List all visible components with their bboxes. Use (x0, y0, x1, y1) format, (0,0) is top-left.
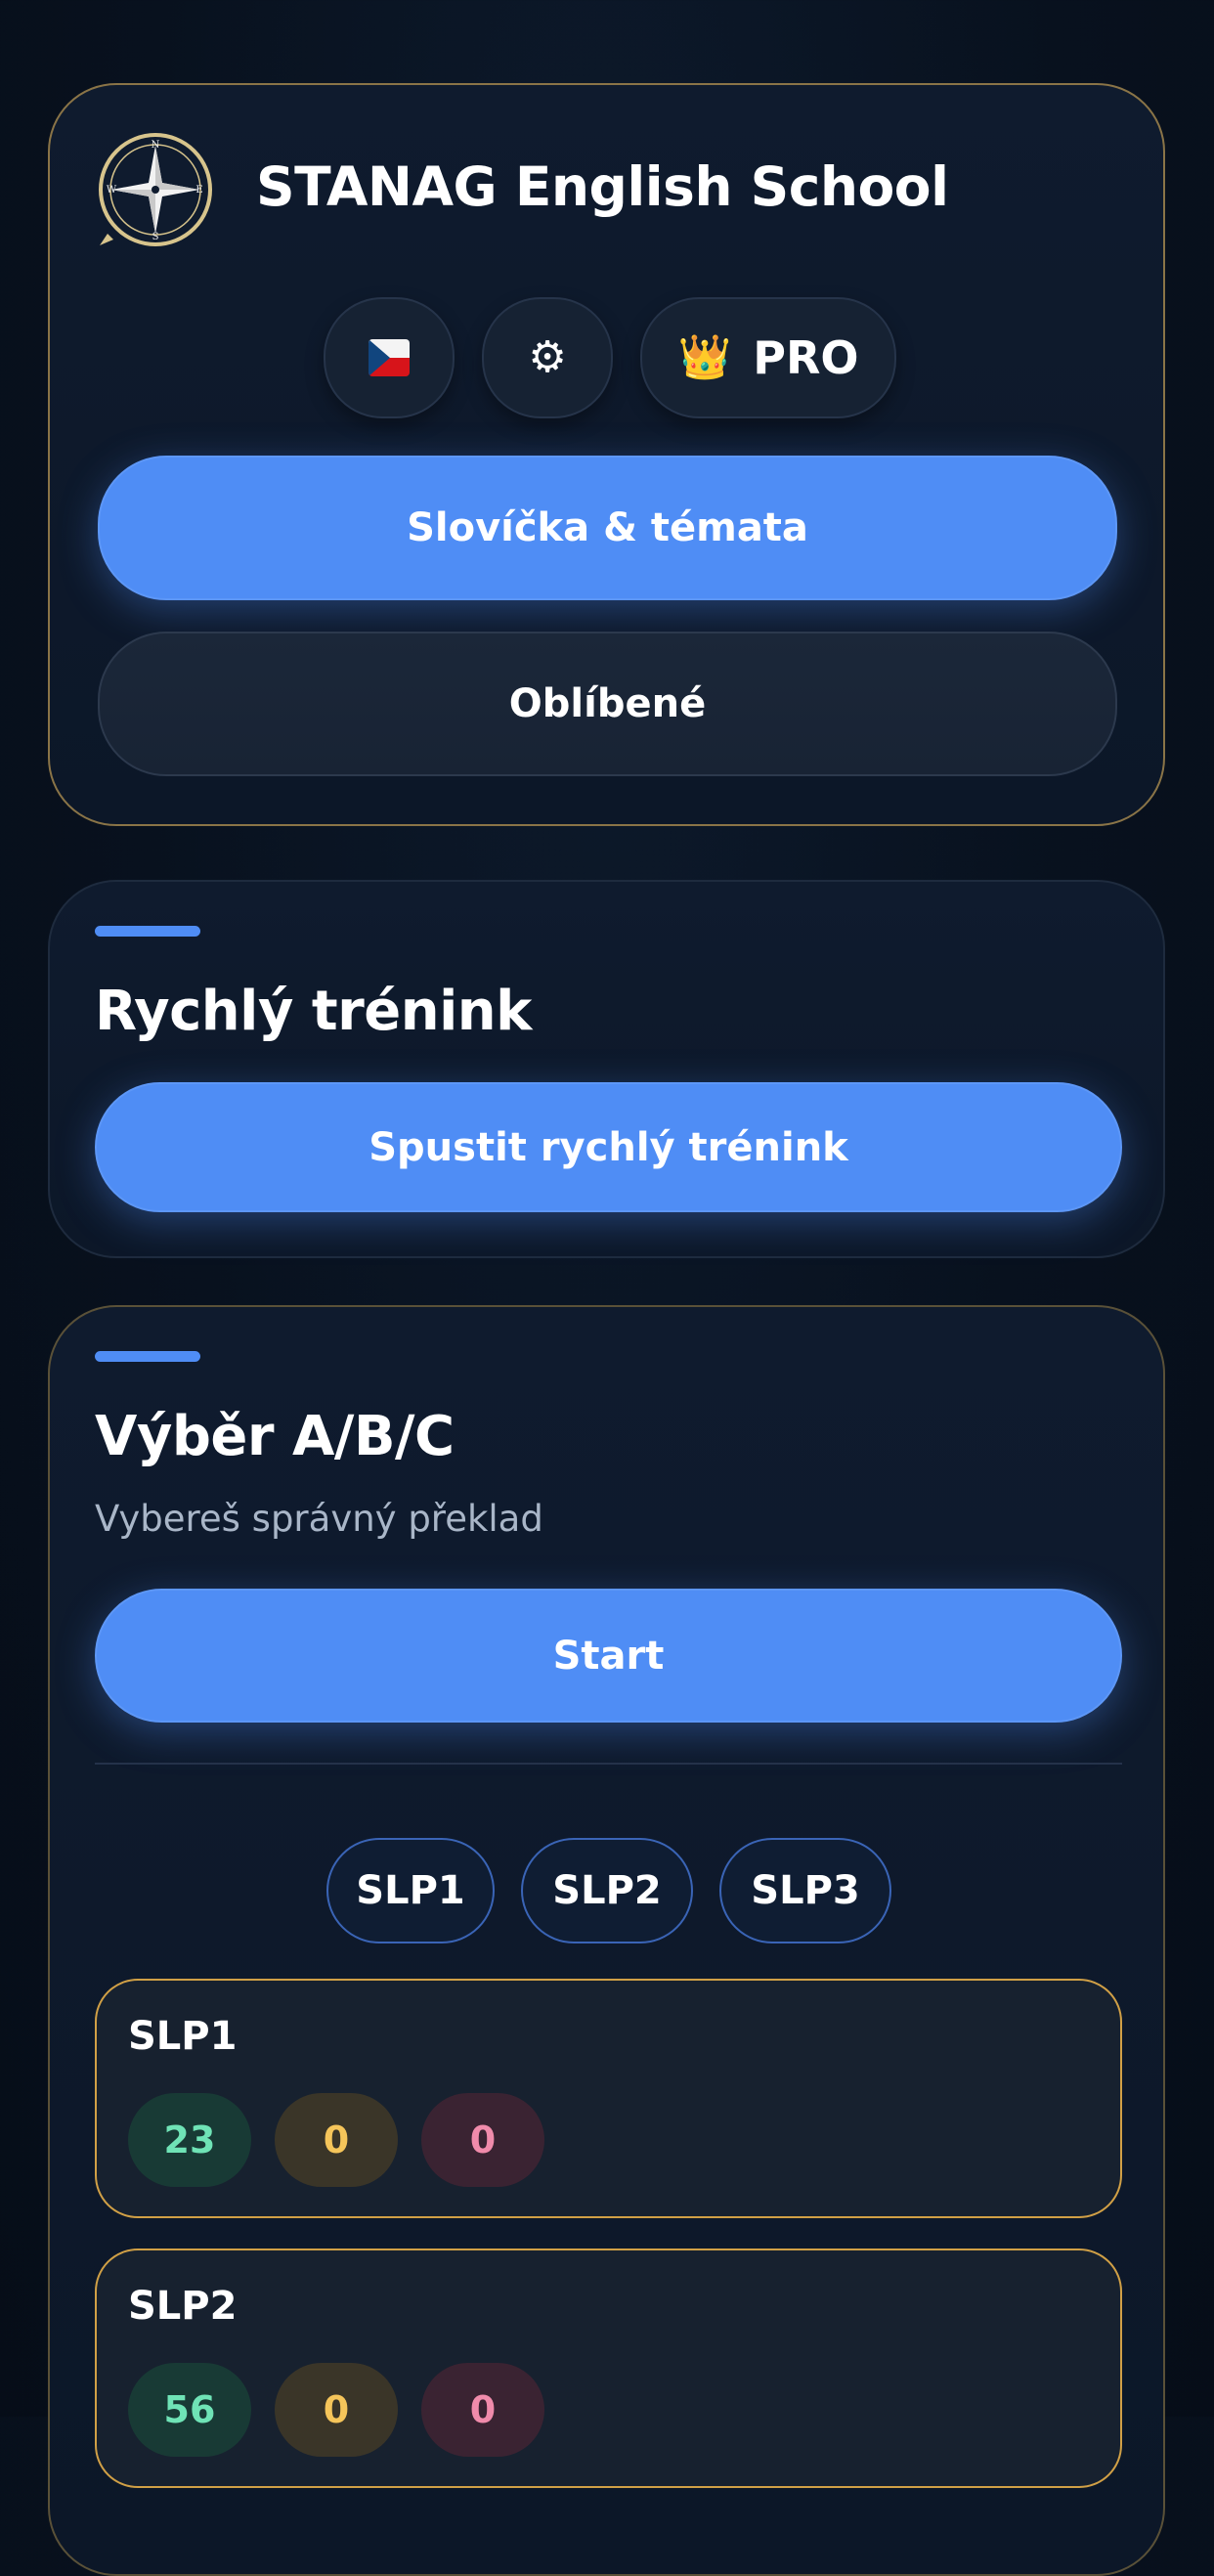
wrong-count-badge: 0 (421, 2363, 544, 2457)
wrong-count-badge: 0 (421, 2093, 544, 2187)
start-quick-training-button[interactable]: Spustit rychlý trénink (95, 1082, 1122, 1212)
tab-slp3[interactable]: SLP3 (719, 1838, 891, 1943)
compass-e-label: E (195, 185, 202, 196)
partial-count-badge: 0 (275, 2363, 398, 2457)
compass-rose-icon: N E S W (98, 132, 213, 247)
compass-s-label: S (152, 232, 159, 242)
quick-training-title: Rychlý trénink (95, 980, 532, 1043)
header-card: N E S W STANAG English School ⚙ 👑 PRO Sl… (48, 83, 1165, 826)
level-card-slp2[interactable]: SLP2 56 0 0 (95, 2249, 1122, 2488)
tab-slp2[interactable]: SLP2 (521, 1838, 693, 1943)
gear-icon: ⚙ (528, 332, 567, 382)
tab-slp1[interactable]: SLP1 (326, 1838, 495, 1943)
crown-icon: 👑 (677, 332, 732, 382)
divider (95, 1763, 1122, 1765)
settings-button[interactable]: ⚙ (482, 297, 613, 418)
section-accent-bar (95, 1351, 200, 1362)
app-title: STANAG English School (256, 155, 949, 218)
correct-count-badge: 56 (128, 2363, 251, 2457)
language-button[interactable] (324, 297, 455, 418)
level-name: SLP1 (128, 2014, 238, 2059)
partial-count-badge: 0 (275, 2093, 398, 2187)
section-accent-bar (95, 926, 200, 937)
pro-label: PRO (753, 331, 859, 384)
abc-choice-title: Výběr A/B/C (95, 1405, 455, 1468)
abc-choice-subtitle: Vybereš správný překlad (95, 1498, 543, 1540)
compass-w-label: W (107, 185, 117, 196)
level-name: SLP2 (128, 2284, 238, 2329)
favorites-button[interactable]: Oblíbené (98, 632, 1117, 776)
vocabulary-topics-button[interactable]: Slovíčka & témata (98, 456, 1117, 600)
level-card-slp1[interactable]: SLP1 23 0 0 (95, 1979, 1122, 2218)
compass-n-label: N (152, 140, 160, 151)
czech-flag-icon (369, 339, 410, 376)
start-button[interactable]: Start (95, 1589, 1122, 1723)
correct-count-badge: 23 (128, 2093, 251, 2187)
pro-button[interactable]: 👑 PRO (640, 297, 896, 418)
quick-training-card: Rychlý trénink Spustit rychlý trénink (48, 880, 1165, 1258)
abc-choice-card: Výběr A/B/C Vybereš správný překlad Star… (48, 1305, 1165, 2576)
